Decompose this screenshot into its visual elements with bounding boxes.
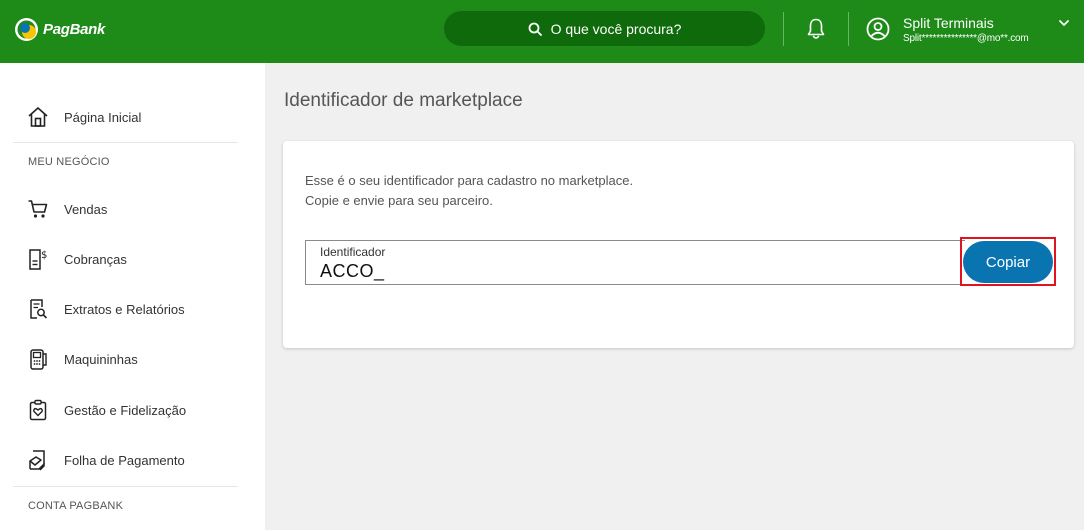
- identifier-card: Esse é o seu identificador para cadastro…: [283, 141, 1074, 348]
- search-icon: [528, 22, 542, 36]
- page-title: Identificador de marketplace: [284, 90, 523, 111]
- section-title-meu-negocio: MEU NEGÓCIO: [28, 156, 110, 168]
- pagbank-logo-icon: [15, 18, 38, 41]
- sidebar-item-vendas[interactable]: Vendas: [27, 196, 107, 222]
- sidebar-item-label: Folha de Pagamento: [64, 452, 185, 468]
- header-divider: [848, 12, 849, 46]
- identifier-field[interactable]: Identificador ACCO_: [305, 240, 965, 285]
- clipboard-heart-icon: [27, 399, 49, 421]
- sidebar-item-gestao[interactable]: Gestão e Fidelização: [27, 397, 186, 423]
- sidebar-divider: [13, 486, 238, 487]
- card-machine-icon: [27, 348, 49, 370]
- section-title-conta-pagbank: CONTA PAGBANK: [28, 500, 124, 512]
- invoice-dollar-icon: $: [27, 248, 49, 270]
- search-bar[interactable]: O que você procura?: [444, 11, 765, 46]
- identifier-field-value[interactable]: ACCO_: [320, 261, 385, 282]
- pagbank-logo[interactable]: PagBank: [14, 17, 105, 42]
- sidebar-item-cobrancas[interactable]: $ Cobranças: [27, 246, 127, 272]
- card-description: Esse é o seu identificador para cadastro…: [305, 171, 633, 211]
- identifier-field-label: Identificador: [320, 245, 386, 259]
- sidebar-item-label: Página Inicial: [64, 109, 142, 125]
- sidebar-item-label: Gestão e Fidelização: [64, 402, 187, 418]
- user-avatar-icon: [866, 17, 890, 41]
- header-divider: [783, 12, 784, 46]
- sidebar-item-maquininhas[interactable]: Maquininhas: [27, 346, 138, 372]
- sidebar-item-home[interactable]: Página Inicial: [27, 104, 141, 130]
- payroll-icon: [27, 449, 49, 471]
- description-line: Copie e envie para seu parceiro.: [305, 193, 493, 208]
- description-line: Esse é o seu identificador para cadastro…: [305, 173, 634, 188]
- search-placeholder: O que você procura?: [550, 20, 682, 37]
- statement-search-icon: [27, 298, 49, 320]
- sidebar-item-extratos[interactable]: Extratos e Relatórios: [27, 296, 185, 322]
- svg-text:$: $: [41, 250, 47, 261]
- chevron-down-icon: [1059, 20, 1069, 26]
- user-email: Split***************@mo**.com: [903, 33, 1029, 44]
- sidebar-item-label: Extratos e Relatórios: [64, 301, 185, 317]
- user-name: Split Terminais: [903, 15, 994, 31]
- sidebar: Página Inicial MEU NEGÓCIO Vendas $ Cobr…: [0, 63, 265, 530]
- home-icon: [27, 106, 49, 128]
- sidebar-item-label: Cobranças: [64, 251, 127, 267]
- user-menu[interactable]: Split Terminais Split***************@mo*…: [866, 13, 1076, 49]
- top-header: PagBank O que você procura? Split Termin…: [0, 0, 1084, 63]
- cart-icon: [27, 198, 49, 220]
- copy-button[interactable]: Copiar: [963, 241, 1053, 283]
- sidebar-item-folha-pagamento[interactable]: Folha de Pagamento: [27, 447, 185, 473]
- sidebar-item-label: Maquininhas: [64, 351, 138, 367]
- brand-name: PagBank: [43, 21, 106, 38]
- sidebar-item-label: Vendas: [64, 201, 108, 217]
- sidebar-divider: [13, 142, 238, 143]
- notifications-bell-icon[interactable]: [806, 17, 826, 41]
